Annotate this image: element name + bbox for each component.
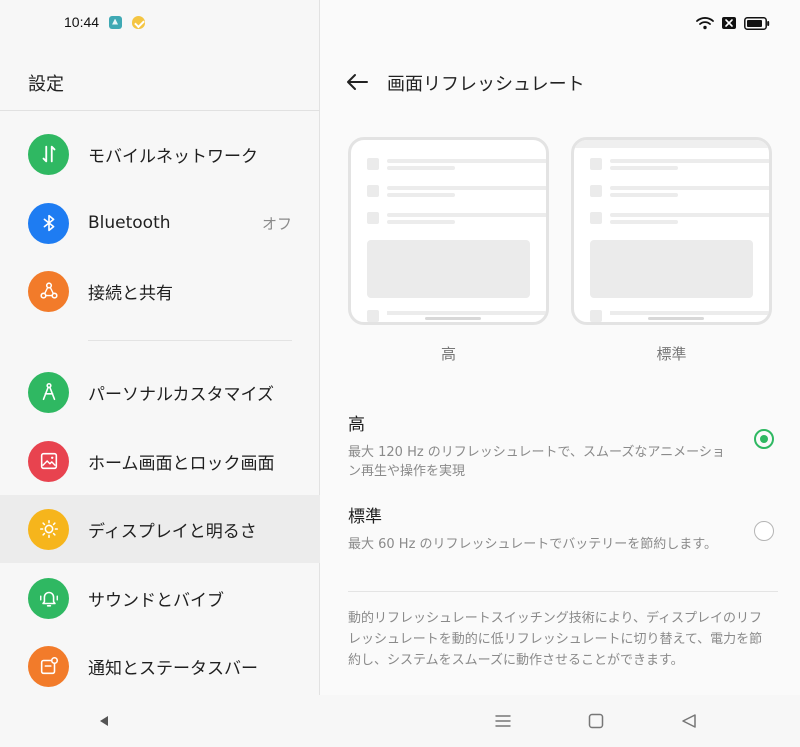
bell-icon (28, 577, 69, 619)
sidebar-item-label: ホーム画面とロック画面 (88, 453, 275, 474)
option-description: 最大 120 Hz のリフレッシュレートで、スムーズなアニメーション再生や操作を… (348, 445, 725, 479)
compass-icon (28, 371, 69, 413)
back-button[interactable] (343, 68, 371, 96)
sidebar-item-bluetooth[interactable]: Bluetooth オフ (0, 189, 320, 257)
footnote-text: 動的リフレッシュレートスイッチング技術により、ディスプレイのリフレッシュレートを… (348, 611, 763, 668)
sidebar-item-label: ディスプレイと明るさ (88, 521, 257, 542)
radio-standard[interactable] (754, 521, 774, 541)
sidebar-item-label: Bluetooth (88, 213, 171, 233)
menu-icon (495, 715, 511, 727)
preview-card-standard[interactable] (571, 137, 772, 325)
triangle-back-icon (682, 714, 696, 728)
navigation-bar (0, 695, 800, 747)
shield-notification-icon (132, 15, 146, 29)
detail-pane: 画面リフレッシュレート 高 標準 高 最大 120 Hz のリフレッシュレートで… (321, 0, 800, 695)
sidebar-item-connection-sharing[interactable]: 接続と共有 (0, 257, 320, 325)
notification-icon (28, 645, 69, 687)
status-bar-right (696, 16, 770, 30)
sidebar-item-sound-vibration[interactable]: サウンドとバイブ (0, 564, 320, 632)
status-bar-left: 10:44 (64, 14, 146, 30)
sidebar-item-mobile-network[interactable]: モバイルネットワーク (0, 120, 320, 188)
square-icon (588, 713, 604, 729)
recent-apps-button[interactable] (491, 709, 515, 733)
settings-sidebar: 10:44 設定 モバイルネットワーク Bluetooth オフ 接続と共有 パ… (0, 0, 320, 695)
back-nav-button[interactable] (677, 709, 701, 733)
share-icon (28, 270, 69, 312)
sidebar-item-label: パーソナルカスタマイズ (88, 384, 274, 405)
home-button[interactable] (584, 709, 608, 733)
page-title: 画面リフレッシュレート (387, 74, 585, 95)
preview-label-high: 高 (440, 345, 456, 363)
sidebar-item-label: 通知とステータスバー (88, 658, 258, 679)
sidebar-back-button[interactable] (92, 709, 116, 733)
option-description: 最大 60 Hz のリフレッシュレートでバッテリーを節約します。 (348, 537, 717, 552)
sidebar-item-label: モバイルネットワーク (88, 146, 258, 167)
sidebar-item-home-lock-screen[interactable]: ホーム画面とロック画面 (0, 427, 320, 495)
settings-title: 設定 (28, 74, 64, 95)
divider (88, 340, 292, 341)
radio-high[interactable] (754, 429, 774, 449)
option-title: 標準 (348, 507, 382, 527)
sun-icon (28, 508, 69, 550)
status-time: 10:44 (64, 14, 100, 30)
sidebar-item-notifications-status-bar[interactable]: 通知とステータスバー (0, 632, 320, 700)
option-high[interactable]: 高 最大 120 Hz のリフレッシュレートで、スムーズなアニメーション再生や操… (348, 410, 778, 481)
image-icon (28, 440, 69, 482)
battery-icon (744, 16, 770, 30)
preview-card-high[interactable] (348, 137, 549, 325)
no-sim-icon (722, 17, 736, 29)
triangle-left-icon (100, 716, 108, 726)
sidebar-item-label: 接続と共有 (88, 283, 173, 304)
bluetooth-icon (28, 202, 69, 244)
sidebar-item-label: サウンドとバイブ (88, 590, 224, 611)
wifi-icon (696, 17, 714, 30)
mobile-data-icon (28, 133, 69, 175)
divider (348, 591, 778, 592)
sidebar-item-display-brightness[interactable]: ディスプレイと明るさ (0, 495, 320, 563)
bluetooth-status: オフ (261, 214, 292, 233)
arrow-left-icon (347, 74, 368, 90)
app-notification-icon (109, 15, 123, 29)
option-standard[interactable]: 標準 最大 60 Hz のリフレッシュレートでバッテリーを節約します。 (348, 502, 778, 554)
sidebar-item-personalization[interactable]: パーソナルカスタマイズ (0, 358, 320, 426)
divider (0, 110, 320, 111)
preview-label-standard: 標準 (656, 345, 687, 363)
option-title: 高 (348, 415, 365, 435)
